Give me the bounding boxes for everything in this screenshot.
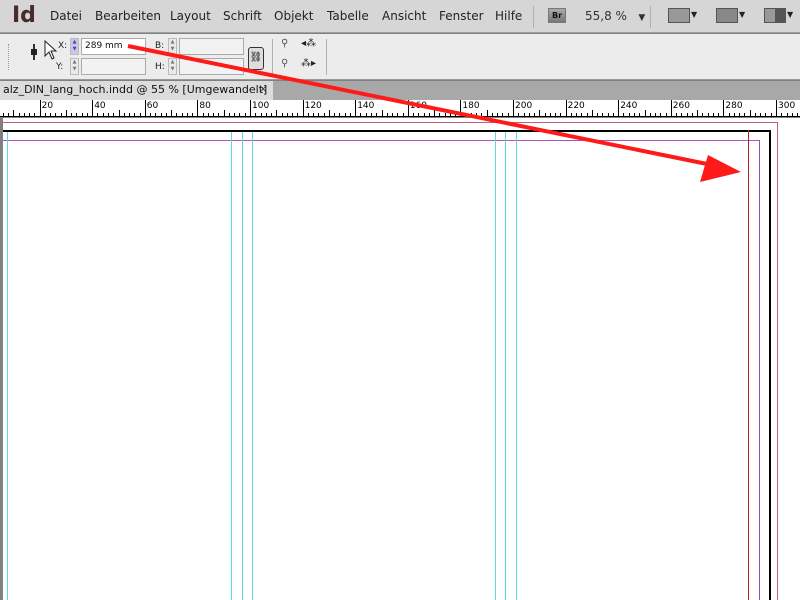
arrow-shaft: [127, 44, 713, 167]
annotation-arrow: [127, 44, 741, 182]
arrow-head: [700, 155, 741, 182]
